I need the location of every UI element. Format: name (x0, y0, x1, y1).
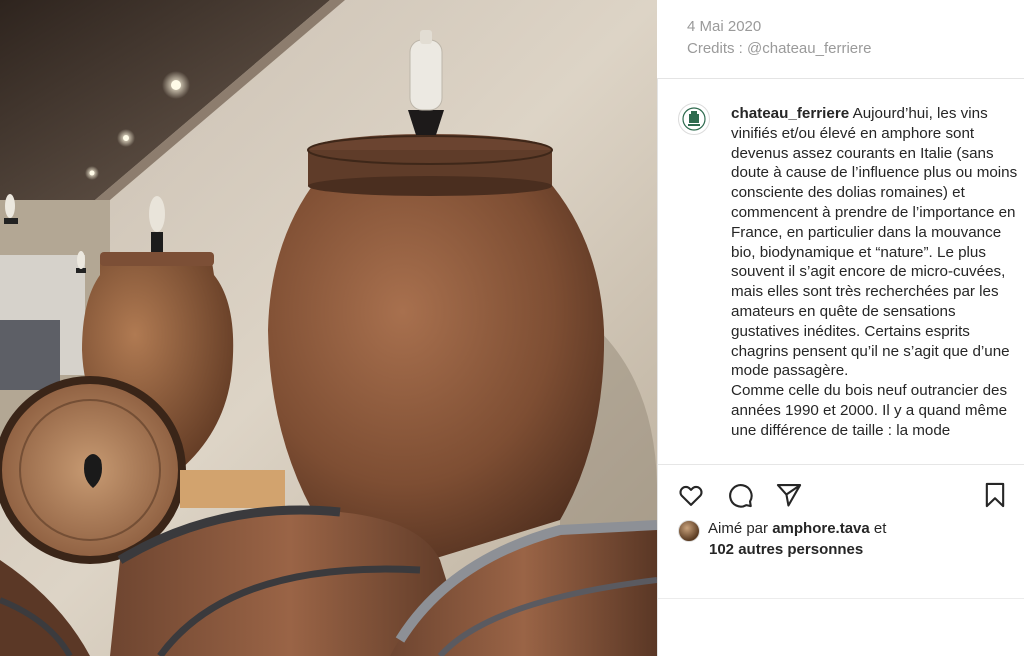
post-date: 4 Mai 2020 (687, 18, 762, 35)
photo-credits: Credits : @chateau_ferriere (687, 40, 872, 57)
share-button[interactable] (775, 481, 803, 509)
heart-icon (679, 485, 703, 506)
cellar-amphora-image (0, 0, 657, 656)
post-panel: chateau_ferriere Aujourd’hui, les vins v… (657, 78, 1024, 656)
comment-button[interactable] (726, 481, 754, 509)
caption-paragraph: Comme celle du bois neuf outrancier des … (731, 382, 1008, 439)
likes-summary: Aimé par amphore.tava et (708, 520, 886, 537)
liker-avatar[interactable] (678, 520, 700, 542)
chateau-logo-icon (682, 107, 706, 131)
caption-paragraph: chateau_ferriere Aujourd’hui, les vins v… (731, 104, 1019, 381)
likes-prefix: Aimé par (708, 520, 773, 537)
like-button[interactable] (677, 481, 705, 509)
likes-suffix: et (869, 520, 887, 537)
divider (658, 598, 1024, 599)
post-meta-header: 4 Mai 2020 Credits : @chateau_ferriere (657, 0, 1024, 78)
bookmark-icon (985, 482, 1005, 508)
caption-text: Aujourd’hui, les vins vinifiés et/ou éle… (731, 105, 1018, 380)
post-photo[interactable] (0, 0, 657, 656)
save-button[interactable] (981, 481, 1009, 509)
avatar[interactable] (678, 103, 710, 135)
paper-plane-icon (776, 484, 802, 507)
likes-others[interactable]: 102 autres personnes (709, 541, 863, 558)
caption-username[interactable]: chateau_ferriere (731, 105, 849, 122)
post-caption: chateau_ferriere Aujourd’hui, les vins v… (731, 104, 1019, 465)
comment-icon (729, 484, 753, 508)
divider (658, 464, 1024, 465)
liker-username[interactable]: amphore.tava (772, 520, 870, 537)
